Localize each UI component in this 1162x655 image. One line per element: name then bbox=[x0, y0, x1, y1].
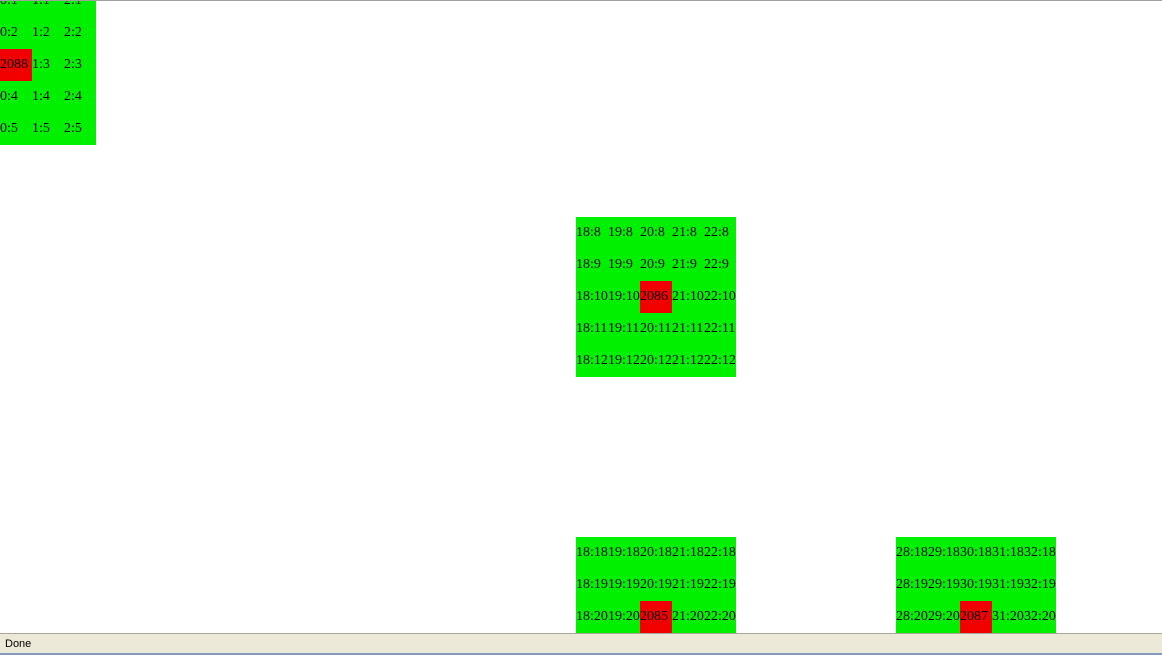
tile-cell[interactable]: 1:4 bbox=[32, 81, 64, 113]
tile-grid-c: 18:18 19:18 20:18 21:18 22:18 18:19 19:19 20:19… bbox=[576, 537, 736, 633]
tile-cell[interactable]: 19:19 bbox=[608, 569, 640, 601]
tile-cell[interactable]: 21:11 bbox=[672, 313, 704, 345]
tile-cell[interactable]: 21:12 bbox=[672, 345, 704, 377]
tile-cell[interactable]: 19:10 bbox=[608, 281, 640, 313]
tile-cell[interactable]: 2:2 bbox=[64, 17, 96, 49]
tile-cell[interactable]: 19:9 bbox=[608, 249, 640, 281]
tile-cell[interactable]: 22:10 bbox=[704, 281, 736, 313]
tile-cell[interactable]: 0:1 bbox=[0, 1, 32, 17]
tile-cell[interactable]: 20:19 bbox=[640, 569, 672, 601]
tile-cell[interactable]: 29:18 bbox=[928, 537, 960, 569]
tile-cell[interactable]: 20:12 bbox=[640, 345, 672, 377]
tile-cell-highlighted[interactable]: 2086 bbox=[640, 281, 672, 313]
tile-cell[interactable]: 21:19 bbox=[672, 569, 704, 601]
tile-cell[interactable]: 22:19 bbox=[704, 569, 736, 601]
status-bar: Done bbox=[0, 633, 1162, 655]
tile-cell[interactable]: 19:8 bbox=[608, 217, 640, 249]
tile-cell[interactable]: 19:20 bbox=[608, 601, 640, 633]
tile-cell[interactable]: 30:18 bbox=[960, 537, 992, 569]
tile-cell[interactable]: 31:20 bbox=[992, 601, 1024, 633]
tile-cell[interactable]: 20:11 bbox=[640, 313, 672, 345]
tile-cell[interactable]: 32:19 bbox=[1024, 569, 1056, 601]
tile-cell[interactable]: 19:12 bbox=[608, 345, 640, 377]
tile-cell[interactable]: 22:20 bbox=[704, 601, 736, 633]
tile-cell[interactable]: 22:18 bbox=[704, 537, 736, 569]
tile-cell[interactable]: 1:2 bbox=[32, 17, 64, 49]
tile-cell[interactable]: 2:3 bbox=[64, 49, 96, 81]
tile-cell[interactable]: 21:20 bbox=[672, 601, 704, 633]
tile-cell[interactable]: 22:9 bbox=[704, 249, 736, 281]
tile-cell[interactable]: 2:5 bbox=[64, 113, 96, 145]
browser-viewport: 0:1 1:1 2:1 0:2 1:2 2:2 2088 1:3 2:3 0:4 1:4 2:4 0:5… bbox=[0, 0, 1162, 633]
tile-cell[interactable]: 18:11 bbox=[576, 313, 608, 345]
tile-cell[interactable]: 29:20 bbox=[928, 601, 960, 633]
tile-cell[interactable]: 31:19 bbox=[992, 569, 1024, 601]
tile-cell[interactable]: 30:19 bbox=[960, 569, 992, 601]
tile-grid-a: 0:1 1:1 2:1 0:2 1:2 2:2 2088 1:3 2:3 0:4 1:4 2:4 0:5… bbox=[0, 1, 96, 145]
tile-cell[interactable]: 2:1 bbox=[64, 1, 96, 17]
tile-cell[interactable]: 18:19 bbox=[576, 569, 608, 601]
tile-cell[interactable]: 2:4 bbox=[64, 81, 96, 113]
tile-cell[interactable]: 32:20 bbox=[1024, 601, 1056, 633]
tile-cell-highlighted[interactable]: 2088 bbox=[0, 49, 32, 81]
tile-cell[interactable]: 1:5 bbox=[32, 113, 64, 145]
tile-cell[interactable]: 18:9 bbox=[576, 249, 608, 281]
tile-cell-highlighted[interactable]: 2087 bbox=[960, 601, 992, 633]
tile-cell[interactable]: 29:19 bbox=[928, 569, 960, 601]
tile-cell[interactable]: 28:19 bbox=[896, 569, 928, 601]
tile-cell[interactable]: 1:3 bbox=[32, 49, 64, 81]
tile-cell-highlighted[interactable]: 2085 bbox=[640, 601, 672, 633]
tile-cell[interactable]: 28:18 bbox=[896, 537, 928, 569]
tile-grid-d: 28:18 29:18 30:18 31:18 32:18 28:19 29:19 30:19… bbox=[896, 537, 1056, 633]
tile-cell[interactable]: 1:1 bbox=[32, 1, 64, 17]
tile-cell[interactable]: 18:12 bbox=[576, 345, 608, 377]
tile-cell[interactable]: 21:18 bbox=[672, 537, 704, 569]
tile-cell[interactable]: 0:5 bbox=[0, 113, 32, 145]
tile-cell[interactable]: 0:4 bbox=[0, 81, 32, 113]
tile-cell[interactable]: 20:8 bbox=[640, 217, 672, 249]
tile-cell[interactable]: 20:18 bbox=[640, 537, 672, 569]
tile-cell[interactable]: 19:18 bbox=[608, 537, 640, 569]
tile-cell[interactable]: 32:18 bbox=[1024, 537, 1056, 569]
tile-cell[interactable]: 22:12 bbox=[704, 345, 736, 377]
tile-cell[interactable]: 21:10 bbox=[672, 281, 704, 313]
status-text: Done bbox=[5, 638, 32, 650]
tile-cell[interactable]: 19:11 bbox=[608, 313, 640, 345]
tile-cell[interactable]: 18:8 bbox=[576, 217, 608, 249]
tile-cell[interactable]: 18:20 bbox=[576, 601, 608, 633]
tile-cell[interactable]: 22:11 bbox=[704, 313, 736, 345]
tile-cell[interactable]: 21:9 bbox=[672, 249, 704, 281]
tile-grid-b: 18:8 19:8 20:8 21:8 22:8 18:9 19:9 20:9 21:9 22:9… bbox=[576, 217, 736, 377]
tile-cell[interactable]: 18:10 bbox=[576, 281, 608, 313]
tile-cell[interactable]: 22:8 bbox=[704, 217, 736, 249]
tile-cell[interactable]: 20:9 bbox=[640, 249, 672, 281]
tile-cell[interactable]: 28:20 bbox=[896, 601, 928, 633]
tile-cell[interactable]: 0:2 bbox=[0, 17, 32, 49]
tile-cell[interactable]: 31:18 bbox=[992, 537, 1024, 569]
tile-cell[interactable]: 21:8 bbox=[672, 217, 704, 249]
tile-cell[interactable]: 18:18 bbox=[576, 537, 608, 569]
